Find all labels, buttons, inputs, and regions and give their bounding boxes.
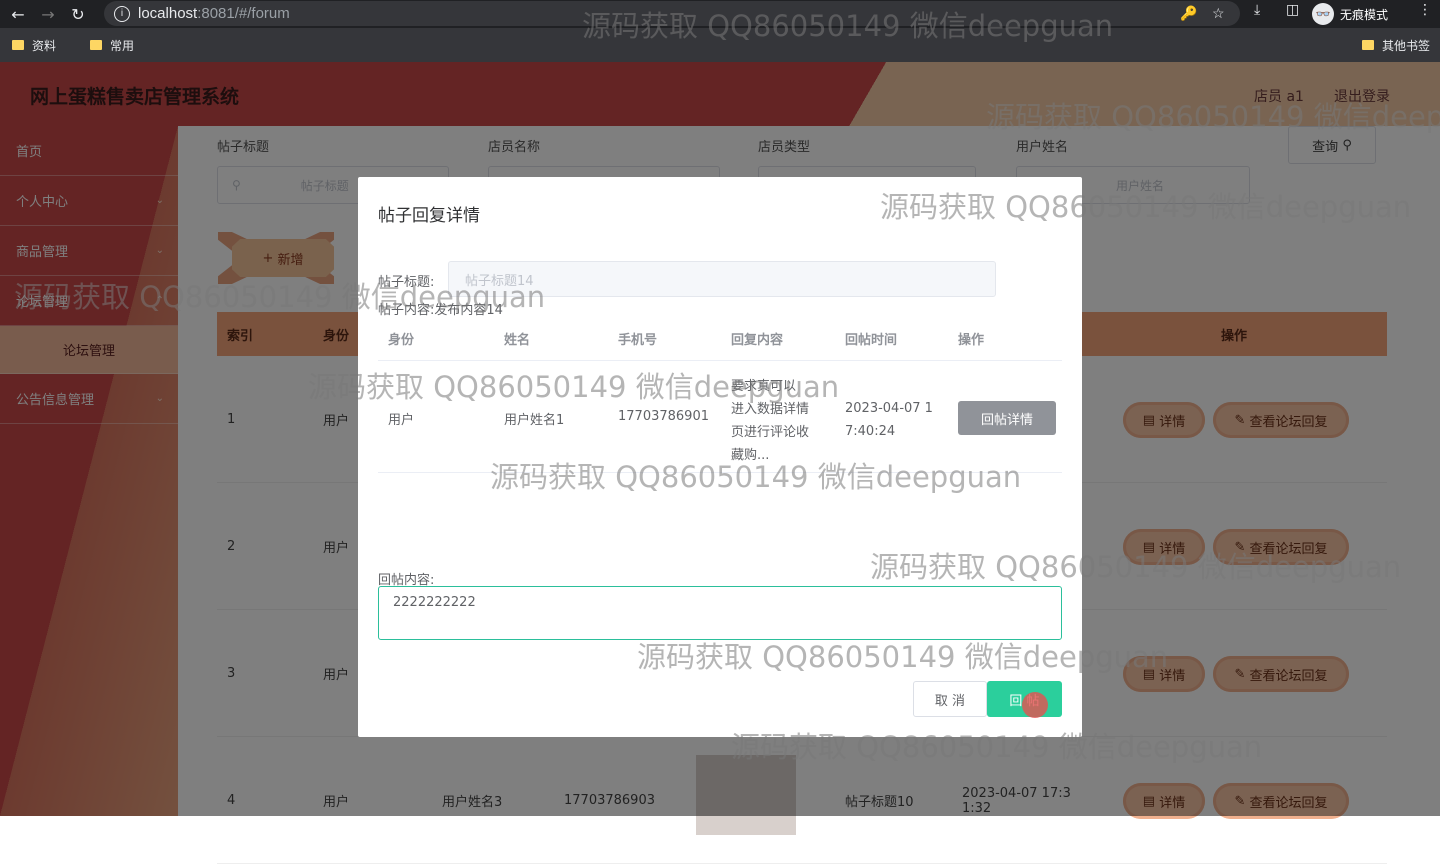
post-title-label: 帖子标题: xyxy=(378,275,435,290)
url-path: :8081/#/forum xyxy=(197,5,290,22)
key-icon[interactable]: 🔑 xyxy=(1180,5,1197,22)
reply-content: 要求真可以 进入数据详情 页进行评论收 藏购... xyxy=(731,379,810,463)
incognito-indicator[interactable]: 👓 无痕模式 xyxy=(1312,2,1388,26)
folder-icon xyxy=(90,40,103,50)
back-arrow-icon[interactable]: ← xyxy=(6,2,30,26)
bookmarks-bar: 资料 常用 其他书签 xyxy=(0,28,1440,62)
bookmark-folder-changyong[interactable]: 常用 xyxy=(90,37,134,54)
url-host: localhost xyxy=(138,5,198,22)
side-panel-icon[interactable]: ◫ xyxy=(1286,2,1299,18)
reply-detail-dialog: 帖子回复详情 帖子标题: 帖子标题14 帖子内容:发布内容14 身份 姓名 手机… xyxy=(358,177,1082,737)
reply-time: 2023-04-07 1 7:40:24 xyxy=(845,401,933,439)
folder-icon xyxy=(12,40,24,50)
reply-detail-button[interactable]: 回帖详情 xyxy=(958,401,1056,435)
reply-table-header: 身份 姓名 手机号 回复内容 回帖时间 操作 xyxy=(378,317,1062,361)
cancel-button[interactable]: 取 消 xyxy=(913,681,987,717)
incognito-icon: 👓 xyxy=(1312,3,1334,25)
reply-content-textarea[interactable]: 2222222222 xyxy=(378,586,1062,640)
post-title-field: 帖子标题14 xyxy=(448,261,996,297)
reload-icon[interactable]: ↻ xyxy=(66,2,90,26)
dialog-title: 帖子回复详情 xyxy=(378,206,480,226)
post-content: 帖子内容:发布内容14 xyxy=(378,303,503,318)
site-info-icon[interactable]: i xyxy=(114,5,130,22)
bookmark-folder-ziliao[interactable]: 资料 xyxy=(12,37,56,54)
folder-icon xyxy=(1362,40,1374,50)
browser-toolbar: ← → ↻ i localhost:8081/#/forum 🔑 ☆ ⤓ ◫ 👓… xyxy=(0,0,1440,28)
forward-arrow-icon[interactable]: → xyxy=(36,2,60,26)
more-menu-icon[interactable]: ⋮ xyxy=(1418,2,1432,18)
reply-table: 身份 姓名 手机号 回复内容 回帖时间 操作 用户 用户姓名1 17703786… xyxy=(378,317,1062,473)
download-icon[interactable]: ⤓ xyxy=(1254,2,1260,18)
cursor-icon xyxy=(1022,692,1048,718)
star-icon[interactable]: ☆ xyxy=(1212,5,1225,22)
incognito-label: 无痕模式 xyxy=(1340,7,1389,22)
address-bar[interactable]: i localhost:8081/#/forum 🔑 ☆ xyxy=(104,1,1240,26)
other-bookmarks[interactable]: 其他书签 xyxy=(1362,37,1430,54)
reply-row: 用户 用户姓名1 17703786901 要求真可以 进入数据详情 页进行评论收… xyxy=(378,361,1062,473)
